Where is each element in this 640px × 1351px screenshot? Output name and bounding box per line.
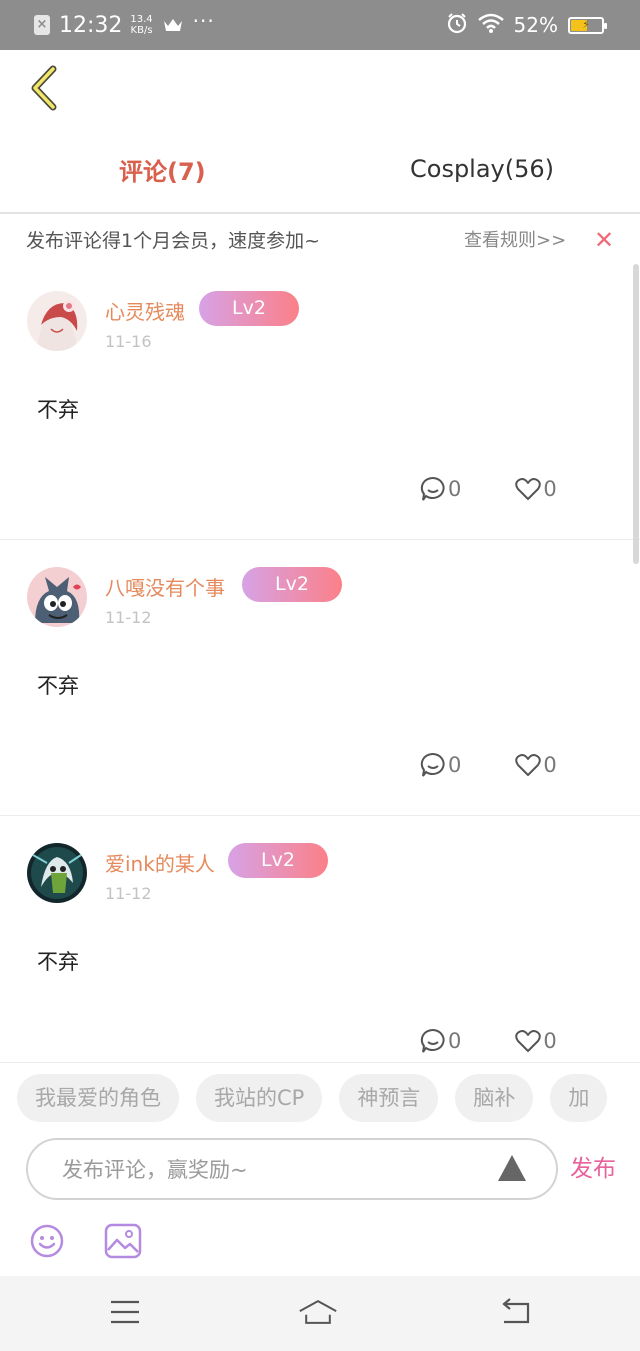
battery-percent: 52% [513,13,558,37]
topic-chips: 我最爱的角色 我站的CP 神预言 脑补 加 [17,1074,624,1122]
username[interactable]: 心灵残魂 [105,296,185,325]
avatar[interactable] [27,291,87,351]
level-badge: Lv2 [242,567,342,602]
topic-chip[interactable]: 我站的CP [196,1074,323,1122]
tab-comments[interactable]: 评论(7) [119,125,206,213]
more-notifications-icon: ··· [192,9,215,33]
reply-count: 0 [448,753,462,777]
topic-chip[interactable]: 神预言 [339,1074,439,1122]
reply-button[interactable]: 0 [420,476,461,502]
like-count: 0 [543,1029,557,1053]
system-nav-bar [0,1276,640,1351]
status-left: × 12:32 13.4 KB/s ··· [34,0,215,50]
network-speed-value: 13.4 [130,14,153,25]
comment-bubble-icon [420,752,445,777]
menu-icon [111,1300,139,1324]
home-button[interactable] [298,1294,338,1330]
promo-notice-text: 发布评论得1个月会员，速度参加~ [26,230,321,252]
comment-date: 11-12 [105,884,152,903]
like-count: 0 [543,477,557,501]
comment-item: 爱ink的某人 Lv2 11-12 不弃 0 0 [0,816,640,1062]
status-time: 12:32 [59,12,123,38]
alarm-icon [446,12,468,38]
username[interactable]: 八嘎没有个事 [105,572,225,601]
status-bar: × 12:32 13.4 KB/s ··· 52% ⚡ [0,0,640,50]
back-nav-button[interactable] [495,1294,535,1330]
back-nav-icon [502,1298,530,1324]
comment-input-wrapper [26,1138,558,1200]
comment-actions: 0 0 [420,1026,557,1056]
comment-bubble-icon [420,1028,445,1053]
image-icon[interactable] [104,1222,142,1260]
comment-bubble-icon [420,476,445,501]
reply-button[interactable]: 0 [420,752,461,778]
comment-date: 11-16 [105,332,152,351]
comment-composer: 我最爱的角色 我站的CP 神预言 脑补 加 发布 [0,1062,640,1277]
emoji-icon[interactable] [29,1223,65,1259]
avatar[interactable] [27,843,87,903]
level-badge: Lv2 [199,291,299,326]
username[interactable]: 爱ink的某人 [105,848,215,877]
reply-count: 0 [448,1029,462,1053]
crown-icon [163,17,183,33]
heart-icon [515,754,542,776]
publish-button[interactable]: 发布 [570,1149,616,1183]
reply-count: 0 [448,477,462,501]
tab-bar: 评论(7) Cosplay(56) [0,125,640,213]
tab-cosplay[interactable]: Cosplay(56) [410,125,554,213]
avatar[interactable] [27,567,87,627]
network-speed-unit: KB/s [130,25,153,36]
comment-actions: 0 0 [420,474,557,504]
network-speed: 13.4 KB/s [130,14,152,36]
promo-notice: 发布评论得1个月会员，速度参加~ 查看规则>> ✕ [0,214,640,264]
back-button[interactable] [22,62,66,114]
heart-icon [515,478,542,500]
scrollbar[interactable] [633,264,639,564]
wifi-icon [477,13,504,37]
home-icon [299,1300,337,1324]
comment-input[interactable] [60,1140,484,1200]
comment-actions: 0 0 [420,750,557,780]
comment-date: 11-12 [105,608,152,627]
close-notice-button[interactable]: ✕ [594,214,614,266]
view-rules-link[interactable]: 查看规则>> [464,214,566,268]
battery-icon: ⚡ [568,16,607,34]
comment-content: 不弃 [37,950,79,974]
like-count: 0 [543,753,557,777]
level-badge: Lv2 [228,843,328,878]
like-button[interactable]: 0 [515,1029,557,1053]
charging-icon: ⚡ [582,18,590,32]
like-button[interactable]: 0 [515,477,557,501]
comment-item: 八嘎没有个事 Lv2 11-12 不弃 0 0 [0,540,640,816]
heart-icon [515,1030,542,1052]
comment-list[interactable]: 心灵残魂 Lv2 11-16 不弃 0 0 八嘎没有个事 Lv2 11-12 不… [0,264,640,1062]
topic-chip[interactable]: 脑补 [455,1074,534,1122]
status-right: 52% ⚡ [436,0,607,50]
topic-chip[interactable]: 我最爱的角色 [17,1074,179,1122]
send-arrow-icon[interactable] [497,1153,527,1183]
comment-content: 不弃 [37,398,79,422]
chevron-left-icon [31,65,57,111]
comment-item: 心灵残魂 Lv2 11-16 不弃 0 0 [0,264,640,540]
menu-button[interactable] [105,1294,145,1330]
comment-content: 不弃 [37,674,79,698]
topic-chip[interactable]: 加 [550,1074,608,1122]
like-button[interactable]: 0 [515,753,557,777]
reply-button[interactable]: 0 [420,1028,461,1054]
notification-icon: × [34,15,50,35]
